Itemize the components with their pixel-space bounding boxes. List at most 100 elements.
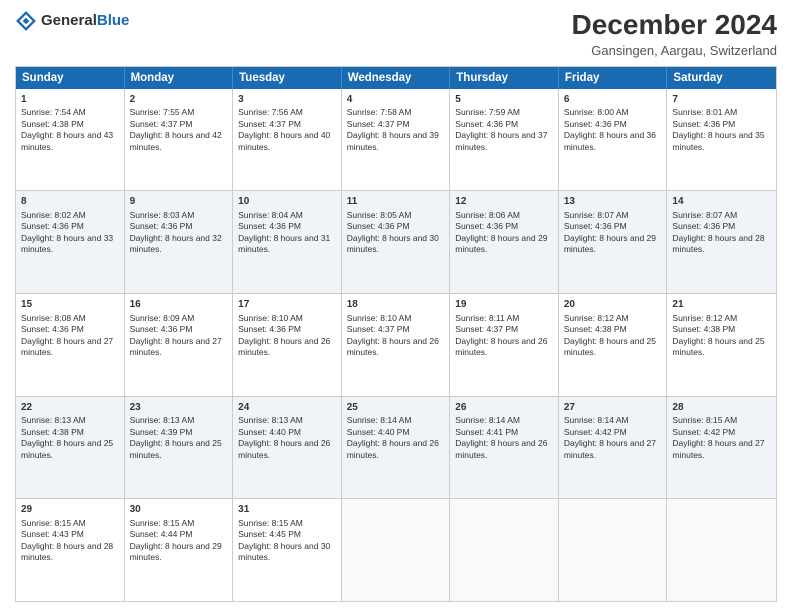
calendar-day-header: Sunday bbox=[16, 67, 125, 89]
sunset-text: Sunset: 4:36 PM bbox=[564, 119, 627, 129]
daylight-text: Daylight: 8 hours and 37 minutes. bbox=[455, 130, 547, 151]
day-number: 27 bbox=[564, 401, 662, 415]
daylight-text: Daylight: 8 hours and 26 minutes. bbox=[455, 438, 547, 459]
sunrise-text: Sunrise: 8:12 AM bbox=[564, 313, 629, 323]
calendar-cell: 16Sunrise: 8:09 AMSunset: 4:36 PM Dayligh… bbox=[125, 294, 234, 396]
calendar-cell: 24Sunrise: 8:13 AMSunset: 4:40 PMDayligh… bbox=[233, 397, 342, 499]
sunrise-text: Sunrise: 8:09 AM bbox=[130, 313, 195, 323]
calendar-week-row: 8Sunrise: 8:02 AMSunset: 4:36 PMDaylight… bbox=[16, 191, 776, 294]
calendar-cell: 29Sunrise: 8:15 AMSunset: 4:43 PMDayligh… bbox=[16, 499, 125, 601]
sunrise-text: Sunrise: 7:54 AM bbox=[21, 107, 86, 117]
sunset-text: Sunset: 4:45 PM bbox=[238, 529, 301, 539]
logo-text: General Blue bbox=[41, 13, 129, 30]
daylight-text: Daylight: 8 hours and 42 minutes. bbox=[130, 130, 222, 151]
sunrise-text: Sunrise: 8:11 AM bbox=[455, 313, 519, 323]
day-number: 2 bbox=[130, 93, 228, 107]
calendar-cell: 19Sunrise: 8:11 AMSunset: 4:37 PMDayligh… bbox=[450, 294, 559, 396]
day-number: 9 bbox=[130, 195, 228, 209]
sunrise-text: Sunrise: 8:14 AM bbox=[347, 415, 412, 425]
daylight-text: Daylight: 8 hours and 27 minutes. bbox=[130, 336, 222, 357]
sunrise-text: Sunrise: 8:15 AM bbox=[238, 518, 303, 528]
day-number: 10 bbox=[238, 195, 336, 209]
day-number: 15 bbox=[21, 298, 119, 312]
daylight-text: Daylight: 8 hours and 25 minutes. bbox=[130, 438, 222, 459]
calendar-cell: 23Sunrise: 8:13 AMSunset: 4:39 PMDayligh… bbox=[125, 397, 234, 499]
calendar-cell: 17Sunrise: 8:10 AMSunset: 4:36 PMDayligh… bbox=[233, 294, 342, 396]
day-number: 17 bbox=[238, 298, 336, 312]
sunrise-text: Sunrise: 8:14 AM bbox=[455, 415, 520, 425]
calendar-week-row: 29Sunrise: 8:15 AMSunset: 4:43 PMDayligh… bbox=[16, 499, 776, 601]
sunset-text: Sunset: 4:36 PM bbox=[130, 221, 193, 231]
calendar-day-header: Monday bbox=[125, 67, 234, 89]
sunset-text: Sunset: 4:36 PM bbox=[672, 119, 735, 129]
sunset-text: Sunset: 4:36 PM bbox=[21, 324, 84, 334]
sunset-text: Sunset: 4:36 PM bbox=[238, 324, 301, 334]
daylight-text: Daylight: 8 hours and 27 minutes. bbox=[672, 438, 764, 459]
sunrise-text: Sunrise: 8:06 AM bbox=[455, 210, 520, 220]
calendar-week-row: 1Sunrise: 7:54 AMSunset: 4:38 PMDaylight… bbox=[16, 89, 776, 192]
calendar-cell-empty bbox=[667, 499, 776, 601]
day-number: 30 bbox=[130, 503, 228, 517]
day-number: 21 bbox=[672, 298, 771, 312]
day-number: 4 bbox=[347, 93, 445, 107]
day-number: 16 bbox=[130, 298, 228, 312]
sunrise-text: Sunrise: 8:14 AM bbox=[564, 415, 629, 425]
title-block: December 2024 Gansingen, Aargau, Switzer… bbox=[572, 10, 777, 58]
sunset-text: Sunset: 4:44 PM bbox=[130, 529, 193, 539]
day-number: 28 bbox=[672, 401, 771, 415]
calendar-cell: 30Sunrise: 8:15 AMSunset: 4:44 PMDayligh… bbox=[125, 499, 234, 601]
calendar-cell: 4Sunrise: 7:58 AMSunset: 4:37 PMDaylight… bbox=[342, 89, 451, 191]
calendar-cell-empty bbox=[342, 499, 451, 601]
sunset-text: Sunset: 4:42 PM bbox=[564, 427, 627, 437]
calendar-cell: 18Sunrise: 8:10 AMSunset: 4:37 PMDayligh… bbox=[342, 294, 451, 396]
sunset-text: Sunset: 4:36 PM bbox=[238, 221, 301, 231]
calendar-cell: 6Sunrise: 8:00 AMSunset: 4:36 PMDaylight… bbox=[559, 89, 668, 191]
day-number: 20 bbox=[564, 298, 662, 312]
daylight-text: Daylight: 8 hours and 32 minutes. bbox=[130, 233, 222, 254]
daylight-text: Daylight: 8 hours and 28 minutes. bbox=[21, 541, 113, 562]
sunset-text: Sunset: 4:40 PM bbox=[347, 427, 410, 437]
daylight-text: Daylight: 8 hours and 35 minutes. bbox=[672, 130, 764, 151]
day-number: 24 bbox=[238, 401, 336, 415]
calendar-cell: 22Sunrise: 8:13 AMSunset: 4:38 PMDayligh… bbox=[16, 397, 125, 499]
sunset-text: Sunset: 4:37 PM bbox=[347, 324, 410, 334]
sunrise-text: Sunrise: 8:12 AM bbox=[672, 313, 737, 323]
sunrise-text: Sunrise: 8:01 AM bbox=[672, 107, 737, 117]
sunrise-text: Sunrise: 7:58 AM bbox=[347, 107, 412, 117]
daylight-text: Daylight: 8 hours and 26 minutes. bbox=[347, 438, 439, 459]
calendar-day-header: Saturday bbox=[667, 67, 776, 89]
sunset-text: Sunset: 4:38 PM bbox=[564, 324, 627, 334]
daylight-text: Daylight: 8 hours and 25 minutes. bbox=[564, 336, 656, 357]
sunset-text: Sunset: 4:36 PM bbox=[564, 221, 627, 231]
day-number: 29 bbox=[21, 503, 119, 517]
daylight-text: Daylight: 8 hours and 26 minutes. bbox=[238, 438, 330, 459]
sunset-text: Sunset: 4:36 PM bbox=[130, 324, 193, 334]
calendar-cell: 28Sunrise: 8:15 AMSunset: 4:42 PMDayligh… bbox=[667, 397, 776, 499]
calendar-cell: 9Sunrise: 8:03 AMSunset: 4:36 PMDaylight… bbox=[125, 191, 234, 293]
sunrise-text: Sunrise: 8:02 AM bbox=[21, 210, 86, 220]
day-number: 25 bbox=[347, 401, 445, 415]
sunrise-text: Sunrise: 7:55 AM bbox=[130, 107, 195, 117]
sunset-text: Sunset: 4:38 PM bbox=[21, 427, 84, 437]
day-number: 12 bbox=[455, 195, 553, 209]
sunset-text: Sunset: 4:36 PM bbox=[672, 221, 735, 231]
sunrise-text: Sunrise: 8:13 AM bbox=[21, 415, 86, 425]
calendar-cell: 3Sunrise: 7:56 AMSunset: 4:37 PMDaylight… bbox=[233, 89, 342, 191]
day-number: 14 bbox=[672, 195, 771, 209]
sunrise-text: Sunrise: 8:04 AM bbox=[238, 210, 303, 220]
sunset-text: Sunset: 4:36 PM bbox=[455, 221, 518, 231]
calendar-body: 1Sunrise: 7:54 AMSunset: 4:38 PMDaylight… bbox=[16, 89, 776, 601]
sunset-text: Sunset: 4:36 PM bbox=[455, 119, 518, 129]
sunrise-text: Sunrise: 8:15 AM bbox=[130, 518, 195, 528]
logo-icon bbox=[15, 10, 37, 32]
day-number: 7 bbox=[672, 93, 771, 107]
daylight-text: Daylight: 8 hours and 30 minutes. bbox=[238, 541, 330, 562]
calendar-cell: 27Sunrise: 8:14 AMSunset: 4:42 PMDayligh… bbox=[559, 397, 668, 499]
daylight-text: Daylight: 8 hours and 27 minutes. bbox=[21, 336, 113, 357]
calendar-cell: 5Sunrise: 7:59 AMSunset: 4:36 PMDaylight… bbox=[450, 89, 559, 191]
sunrise-text: Sunrise: 8:07 AM bbox=[672, 210, 737, 220]
sunrise-text: Sunrise: 8:15 AM bbox=[672, 415, 737, 425]
daylight-text: Daylight: 8 hours and 28 minutes. bbox=[672, 233, 764, 254]
day-number: 31 bbox=[238, 503, 336, 517]
calendar-cell: 26Sunrise: 8:14 AMSunset: 4:41 PMDayligh… bbox=[450, 397, 559, 499]
